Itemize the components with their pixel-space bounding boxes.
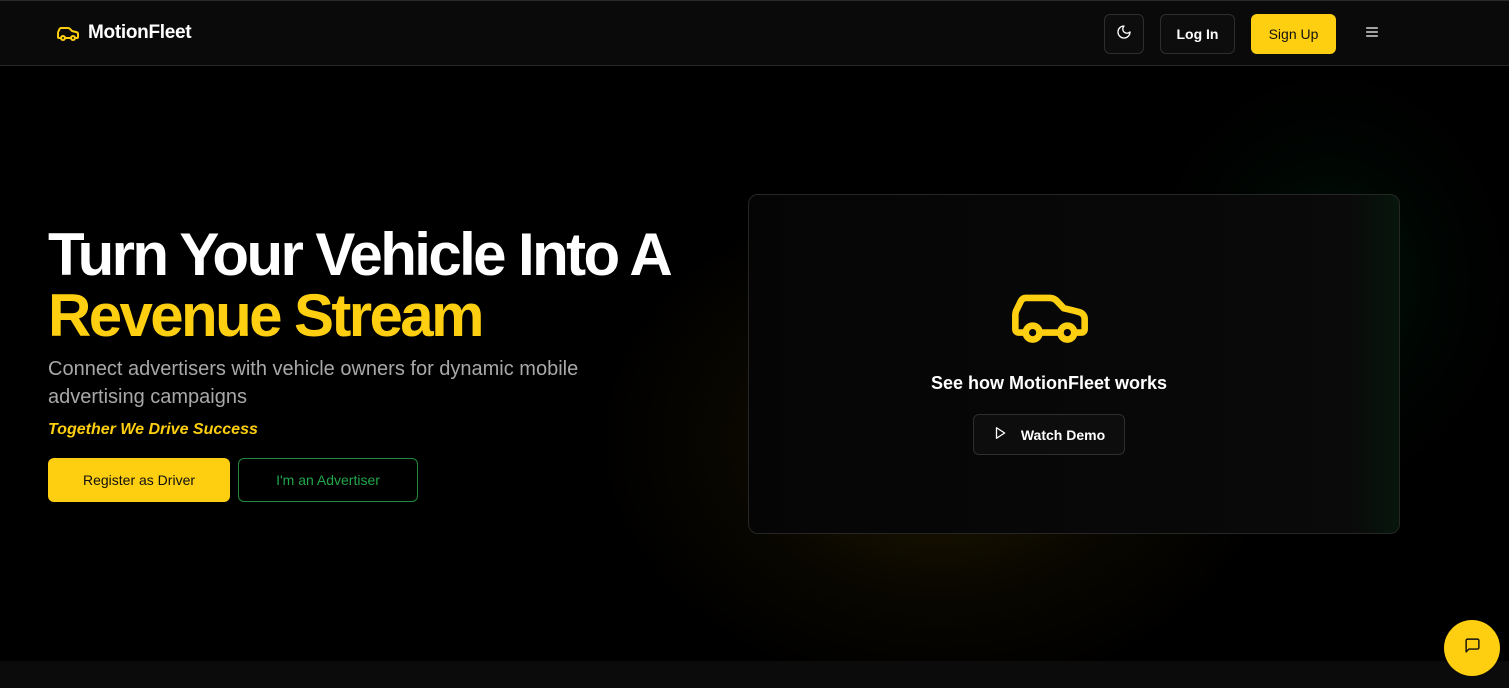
hero-subtitle: Connect advertisers with vehicle owners … — [48, 358, 579, 408]
demo-card: See how MotionFleet works Watch Demo — [748, 194, 1400, 534]
demo-heading: See how MotionFleet works — [930, 373, 1168, 393]
landing-page: MotionFleet Log In Sign Up Turn Your Veh… — [0, 0, 1509, 688]
brand-name: MotionFleet — [88, 22, 192, 43]
login-button[interactable]: Log In — [1160, 14, 1235, 54]
play-icon — [993, 426, 1007, 443]
chat-icon — [1464, 637, 1481, 659]
car-icon — [56, 21, 80, 45]
top-navbar: MotionFleet Log In Sign Up — [0, 0, 1509, 66]
advertiser-button[interactable]: I'm an Advertiser — [238, 458, 418, 502]
watch-demo-label: Watch Demo — [1020, 426, 1106, 443]
register-driver-button[interactable]: Register as Driver — [48, 458, 230, 502]
signup-button[interactable]: Sign Up — [1251, 14, 1336, 54]
card-edge-glow — [1349, 195, 1399, 533]
car-icon — [1011, 291, 1089, 343]
footer-strip — [0, 661, 1509, 688]
hero-title-line1: Turn Your Vehicle Into A — [48, 221, 673, 288]
menu-icon — [1364, 24, 1380, 45]
watch-demo-button[interactable]: Watch Demo — [973, 414, 1125, 455]
moon-icon — [1116, 24, 1132, 45]
hero-tagline: Together We Drive Success — [48, 421, 258, 438]
hero-title-highlight: Revenue Stream — [48, 282, 484, 349]
brand-logo[interactable]: MotionFleet — [56, 21, 192, 45]
theme-toggle-button[interactable] — [1104, 14, 1144, 54]
hero-title: Turn Your Vehicle Into A Revenue Stream — [48, 224, 728, 346]
chat-button[interactable] — [1444, 620, 1500, 676]
menu-button[interactable] — [1360, 21, 1384, 47]
